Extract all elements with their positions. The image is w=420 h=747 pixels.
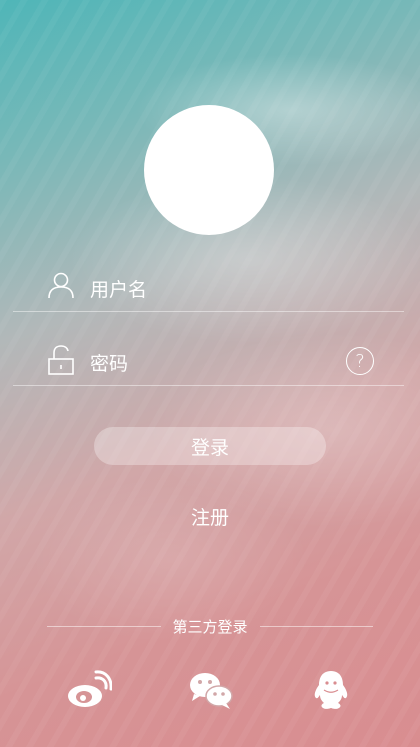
third-party-divider: 第三方登录 [47, 614, 374, 638]
user-icon [46, 270, 76, 300]
weibo-icon[interactable] [66, 668, 112, 712]
wechat-icon[interactable] [188, 668, 234, 712]
divider-left [47, 625, 161, 627]
qq-icon[interactable] [308, 668, 354, 712]
help-icon[interactable]: ? [346, 347, 374, 375]
divider-right [259, 625, 374, 627]
lock-icon [46, 344, 76, 375]
username-input[interactable]: 用户名 [90, 275, 147, 302]
register-link[interactable]: 注册 [0, 503, 420, 530]
username-divider [13, 311, 404, 312]
password-divider [13, 385, 404, 386]
username-field[interactable]: 用户名 [13, 262, 404, 312]
avatar[interactable] [144, 105, 274, 235]
login-button[interactable]: 登录 [94, 427, 326, 465]
password-field[interactable]: 密码 ? [13, 336, 404, 386]
password-input[interactable]: 密码 [90, 349, 128, 376]
third-party-label: 第三方登录 [172, 617, 248, 636]
